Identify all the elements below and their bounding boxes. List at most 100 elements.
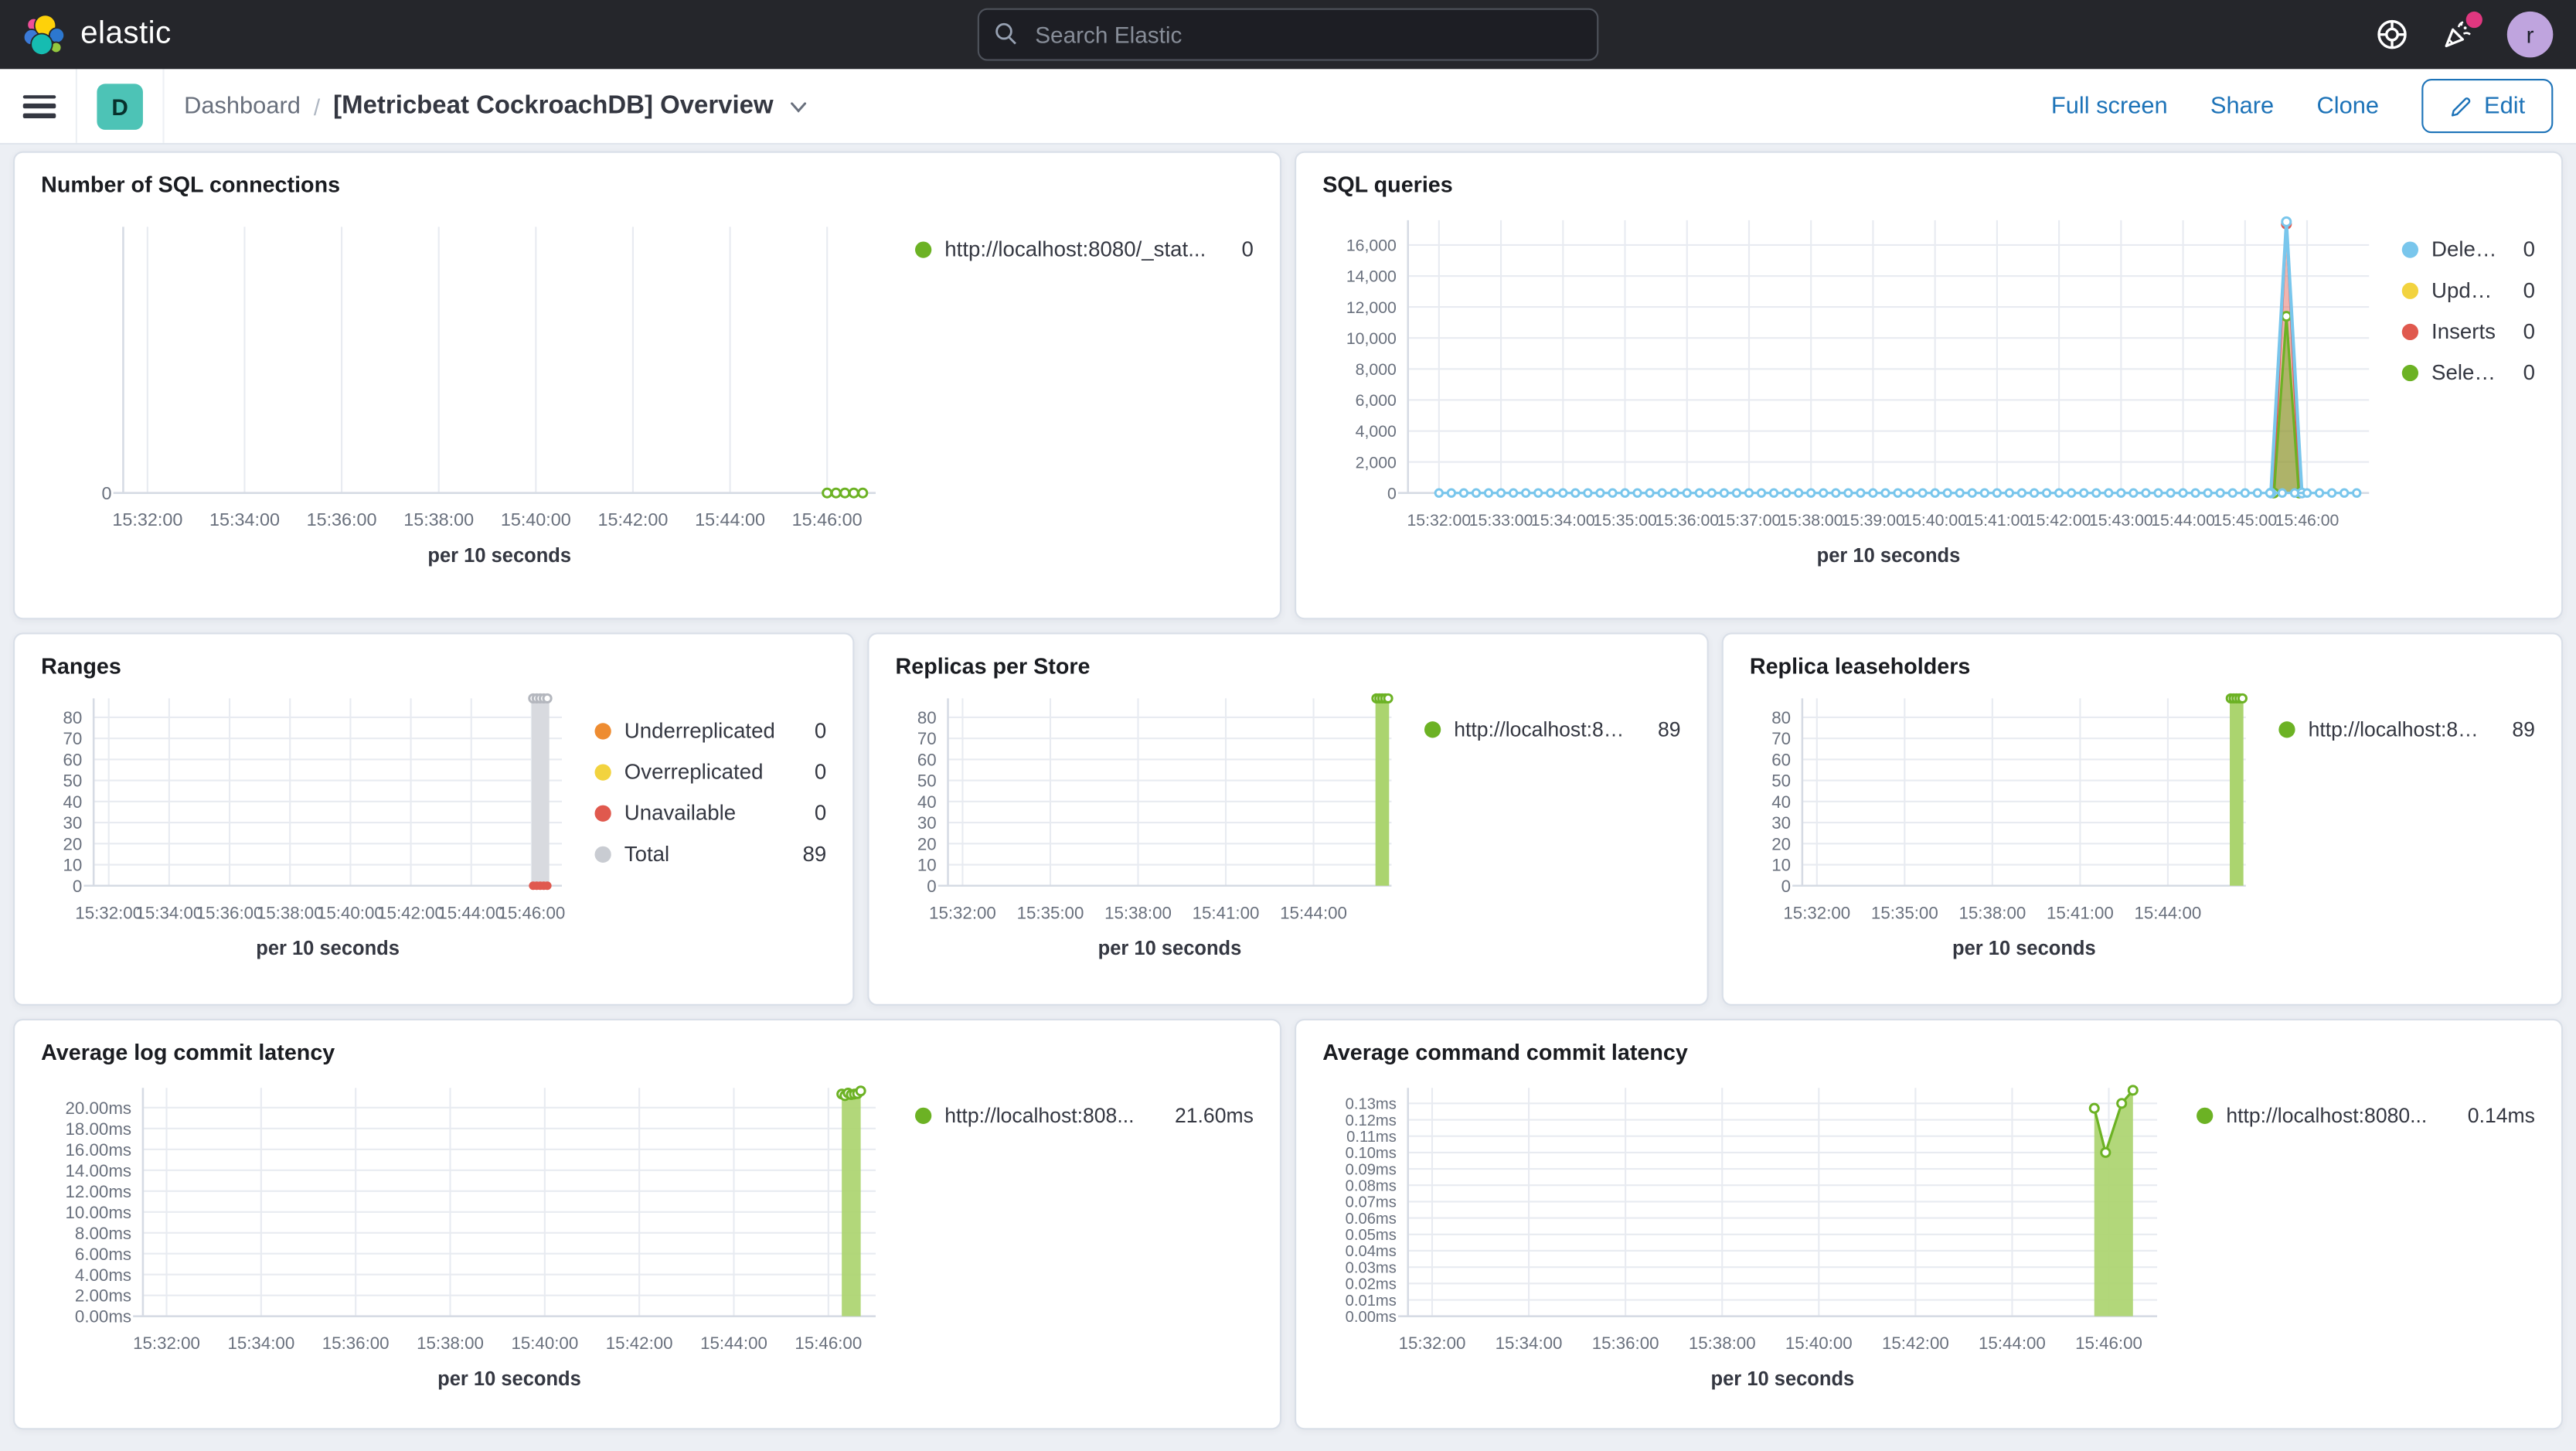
svg-text:15:44:00: 15:44:00 (700, 1333, 767, 1353)
svg-text:0.06ms: 0.06ms (1346, 1211, 1397, 1228)
svg-text:15:46:00: 15:46:00 (792, 509, 863, 530)
panel-sql-queries: SQL queries 0 2,000 4,000 6,000 8,000 10,000 1… (1295, 151, 2564, 620)
life-ring-icon (2377, 19, 2407, 49)
breadcrumb-dashboard-link[interactable]: Dashboard (184, 93, 301, 119)
legend-item[interactable]: http://localhost:808... 21.60ms (915, 1104, 1254, 1127)
page-title[interactable]: [Metricbeat CockroachDB] Overview (333, 91, 773, 121)
svg-text:6,000: 6,000 (1356, 391, 1397, 410)
legend-item[interactable]: http://localhost:8080... 0.14ms (2197, 1104, 2535, 1127)
svg-text:15:46:00: 15:46:00 (2075, 1333, 2142, 1353)
svg-text:15:38:00: 15:38:00 (1689, 1333, 1756, 1353)
svg-text:0.02ms: 0.02ms (1346, 1276, 1397, 1293)
whats-new-button[interactable] (2442, 11, 2482, 51)
legend-dot-icon (1424, 721, 1441, 738)
svg-text:15:42:00: 15:42:00 (597, 509, 668, 530)
svg-text:0.01ms: 0.01ms (1346, 1293, 1397, 1310)
svg-text:20: 20 (63, 834, 82, 853)
menu-button[interactable] (22, 94, 56, 118)
legend-value: 21.60ms (1174, 1104, 1254, 1128)
legend-value: 0 (2523, 359, 2535, 385)
space-badge[interactable]: D (97, 83, 143, 129)
legend-label: Deletes (2431, 237, 2497, 261)
legend-item[interactable]: Underreplicated 0 (594, 718, 826, 743)
legend-item[interactable]: Deletes 0 (2401, 237, 2535, 261)
legend-dot-icon (2197, 1107, 2214, 1124)
breadcrumb-separator: / (313, 93, 321, 120)
legend-item[interactable]: Selects 0 (2401, 359, 2535, 385)
svg-text:40: 40 (63, 792, 82, 812)
legend-dot-icon (594, 804, 611, 821)
svg-text:15:37:00: 15:37:00 (1717, 511, 1781, 530)
svg-text:0.04ms: 0.04ms (1346, 1243, 1397, 1260)
chart-avg-command-commit-latency[interactable]: 0.00ms 0.01ms 0.02ms 0.03ms 0.04ms 0.05ms 0.06… (1322, 1071, 2176, 1410)
chevron-down-icon[interactable] (787, 94, 810, 118)
legend-value: 0.14ms (2467, 1104, 2535, 1128)
svg-text:40: 40 (1771, 792, 1791, 812)
svg-text:15:36:00: 15:36:00 (307, 509, 377, 530)
svg-text:15:40:00: 15:40:00 (511, 1333, 578, 1353)
legend-item[interactable]: Overreplicated 0 (594, 759, 826, 784)
breadcrumb: Dashboard / [Metricbeat CockroachDB] Ove… (184, 91, 809, 121)
chart-avg-log-commit-latency[interactable]: 0.00ms 2.00ms 4.00ms 6.00ms 8.00ms 10.00ms 12.… (41, 1071, 895, 1410)
svg-text:15:38:00: 15:38:00 (1958, 903, 2026, 922)
dashboard-toolbar: D Dashboard / [Metricbeat CockroachDB] O… (0, 69, 2576, 145)
legend-label: http://localhost:8080/_sta... (2308, 717, 2486, 741)
legend-label: http://localhost:8080/_sta... (1454, 717, 1632, 741)
svg-text:20: 20 (917, 834, 937, 853)
legend-dot-icon (594, 763, 611, 780)
legend-item[interactable]: Inserts 0 (2401, 318, 2535, 343)
elastic-home-link[interactable]: elastic (22, 13, 172, 56)
svg-text:12.00ms: 12.00ms (66, 1182, 132, 1201)
svg-text:15:35:00: 15:35:00 (1871, 903, 1938, 922)
chart-sql-queries[interactable]: 0 2,000 4,000 6,000 8,000 10,000 12,000 14,000 1… (1322, 204, 2382, 598)
svg-text:0: 0 (927, 877, 936, 896)
clone-button[interactable]: Clone (2316, 93, 2379, 119)
legend-dot-icon (2401, 281, 2419, 298)
panel-title: SQL queries (1322, 172, 1453, 198)
svg-text:60: 60 (917, 750, 937, 769)
edit-button[interactable]: Edit (2421, 79, 2554, 134)
legend-dot-icon (594, 845, 611, 862)
chart-ranges[interactable]: 0 10 20 30 40 50 60 70 80 15:32:00 15:34:00 15:36:0… (41, 685, 575, 987)
svg-text:50: 50 (917, 771, 937, 791)
help-button[interactable] (2376, 18, 2409, 51)
svg-text:40: 40 (917, 792, 937, 812)
svg-text:0.00ms: 0.00ms (1346, 1309, 1397, 1326)
panel-title: Ranges (41, 654, 121, 679)
svg-text:0.07ms: 0.07ms (1346, 1194, 1397, 1211)
search-input[interactable] (977, 8, 1599, 61)
svg-text:30: 30 (917, 813, 937, 833)
chart-sql-connections[interactable]: 0 15:32:00 15:34:00 15:36:00 15:38:00 15:40:0… (41, 204, 895, 598)
full-screen-button[interactable]: Full screen (2051, 93, 2168, 119)
kibana-app: elastic Search Elastic r D Dashboard / [… (0, 0, 2576, 1451)
brand-label: elastic (80, 16, 172, 51)
avatar-initial: r (2526, 21, 2534, 48)
svg-text:0.09ms: 0.09ms (1346, 1161, 1397, 1178)
legend-dot-icon (915, 240, 932, 257)
search-icon (995, 22, 1016, 45)
global-search (977, 8, 1599, 61)
svg-text:15:32:00: 15:32:00 (929, 903, 996, 922)
svg-text:80: 80 (63, 708, 82, 727)
svg-text:8,000: 8,000 (1356, 360, 1397, 379)
legend-item[interactable]: Unavailable 0 (594, 800, 826, 825)
chart-replica-leaseholders[interactable]: 0 10 20 30 40 50 60 70 80 15:32:00 15:35:00 15:38:0… (1750, 685, 2259, 987)
share-button[interactable]: Share (2210, 93, 2274, 119)
svg-text:15:38:00: 15:38:00 (1779, 511, 1843, 530)
svg-text:15:46:00: 15:46:00 (795, 1333, 862, 1353)
legend-item[interactable]: Updates 0 (2401, 278, 2535, 302)
svg-text:15:42:00: 15:42:00 (606, 1333, 673, 1353)
legend-item[interactable]: http://localhost:8080/_sta... 89 (1424, 718, 1681, 741)
user-avatar[interactable]: r (2506, 11, 2554, 58)
chart-replicas-per-store[interactable]: 0 10 20 30 40 50 60 70 80 15:32:00 15:35:00 15:38:0… (896, 685, 1405, 987)
svg-text:0: 0 (1781, 877, 1791, 896)
svg-text:0.12ms: 0.12ms (1346, 1112, 1397, 1129)
legend-value: 89 (802, 841, 827, 867)
svg-text:12,000: 12,000 (1346, 298, 1397, 317)
legend-item[interactable]: http://localhost:8080/_stat... 0 (915, 237, 1254, 261)
legend-item[interactable]: Total 89 (594, 841, 827, 867)
legend-item[interactable]: http://localhost:8080/_sta... 89 (2278, 718, 2535, 741)
legend-avg-log-commit-latency: http://localhost:808... 21.60ms (896, 1071, 1254, 1410)
svg-text:70: 70 (917, 729, 937, 748)
svg-text:15:34:00: 15:34:00 (135, 903, 202, 922)
